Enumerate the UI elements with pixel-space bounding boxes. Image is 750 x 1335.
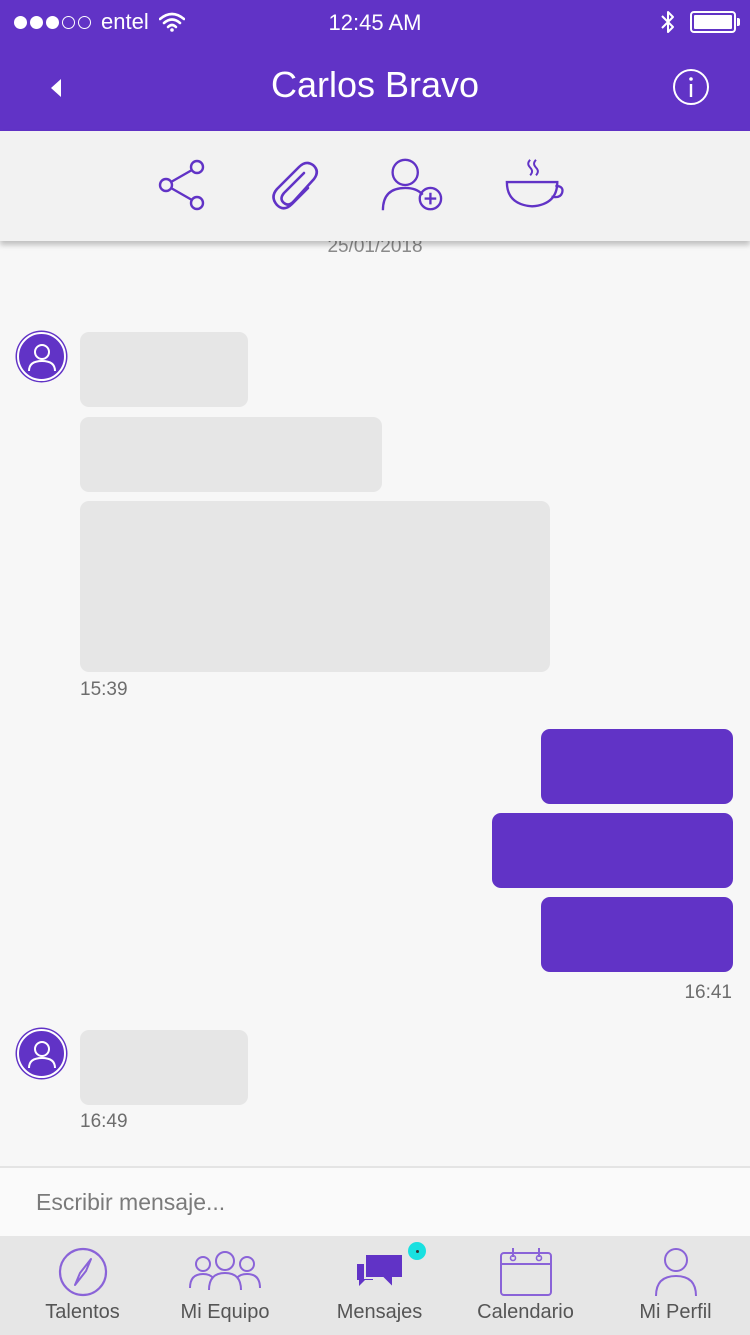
calendar-icon [499,1248,552,1296]
unread-badge [408,1242,426,1260]
tab-calendario[interactable]: Calendario [458,1236,593,1335]
profile-icon [654,1248,697,1297]
tab-label: Mi Equipo [180,1301,270,1323]
chat-toolbar [0,131,750,241]
tab-label: Talentos [45,1301,120,1323]
chat-header: Carlos Bravo [0,46,750,131]
outgoing-message-bubble[interactable] [492,813,733,888]
incoming-message-bubble[interactable] [80,332,248,407]
compose-bar [0,1166,750,1236]
battery-icon [690,11,740,33]
tab-mi-perfil[interactable]: Mi Perfil [608,1236,743,1335]
coffee-cup-icon [505,159,564,208]
share-button[interactable] [149,153,213,217]
tab-label: Mensajes [336,1301,423,1323]
user-icon [27,343,56,371]
tab-label: Calendario [477,1301,574,1323]
message-time: 16:49 [80,1111,128,1132]
tab-talentos[interactable]: Talentos [15,1236,150,1335]
coffee-break-button[interactable] [503,153,567,217]
team-icon [189,1251,261,1291]
paperclip-icon [272,161,319,210]
incoming-message-bubble[interactable] [80,1030,248,1105]
contact-name: Carlos Bravo [270,64,480,105]
bottom-tab-bar: Talentos Mi Equipo Mensajes Calendario M… [0,1236,750,1335]
message-list[interactable]: 15:39 16:41 16:49 [0,241,750,1166]
tab-label: Mi Perfil [639,1301,712,1323]
attach-button[interactable] [262,153,326,217]
share-icon [158,159,205,211]
bluetooth-icon [661,11,674,33]
contact-avatar[interactable] [17,332,66,381]
message-input[interactable] [0,1168,750,1236]
messages-icon [356,1253,404,1291]
message-time: 15:39 [80,679,128,700]
compass-icon [58,1247,107,1297]
contact-avatar[interactable] [17,1029,66,1078]
incoming-message-bubble[interactable] [80,417,382,492]
info-icon [673,69,709,105]
message-time: 16:41 [684,982,732,1003]
outgoing-message-bubble[interactable] [541,897,733,972]
status-time: 12:45 AM [328,10,422,35]
add-user-icon [381,158,443,211]
status-bar: entel 12:45 AM [0,0,750,46]
incoming-message-bubble[interactable] [80,501,550,672]
tab-mensajes[interactable]: Mensajes [312,1236,447,1335]
tab-mi-equipo[interactable]: Mi Equipo [155,1236,295,1335]
user-icon [27,1040,56,1068]
add-participant-button[interactable] [380,153,444,217]
outgoing-message-bubble[interactable] [541,729,733,804]
status-right [660,10,740,34]
info-button[interactable] [672,68,710,106]
